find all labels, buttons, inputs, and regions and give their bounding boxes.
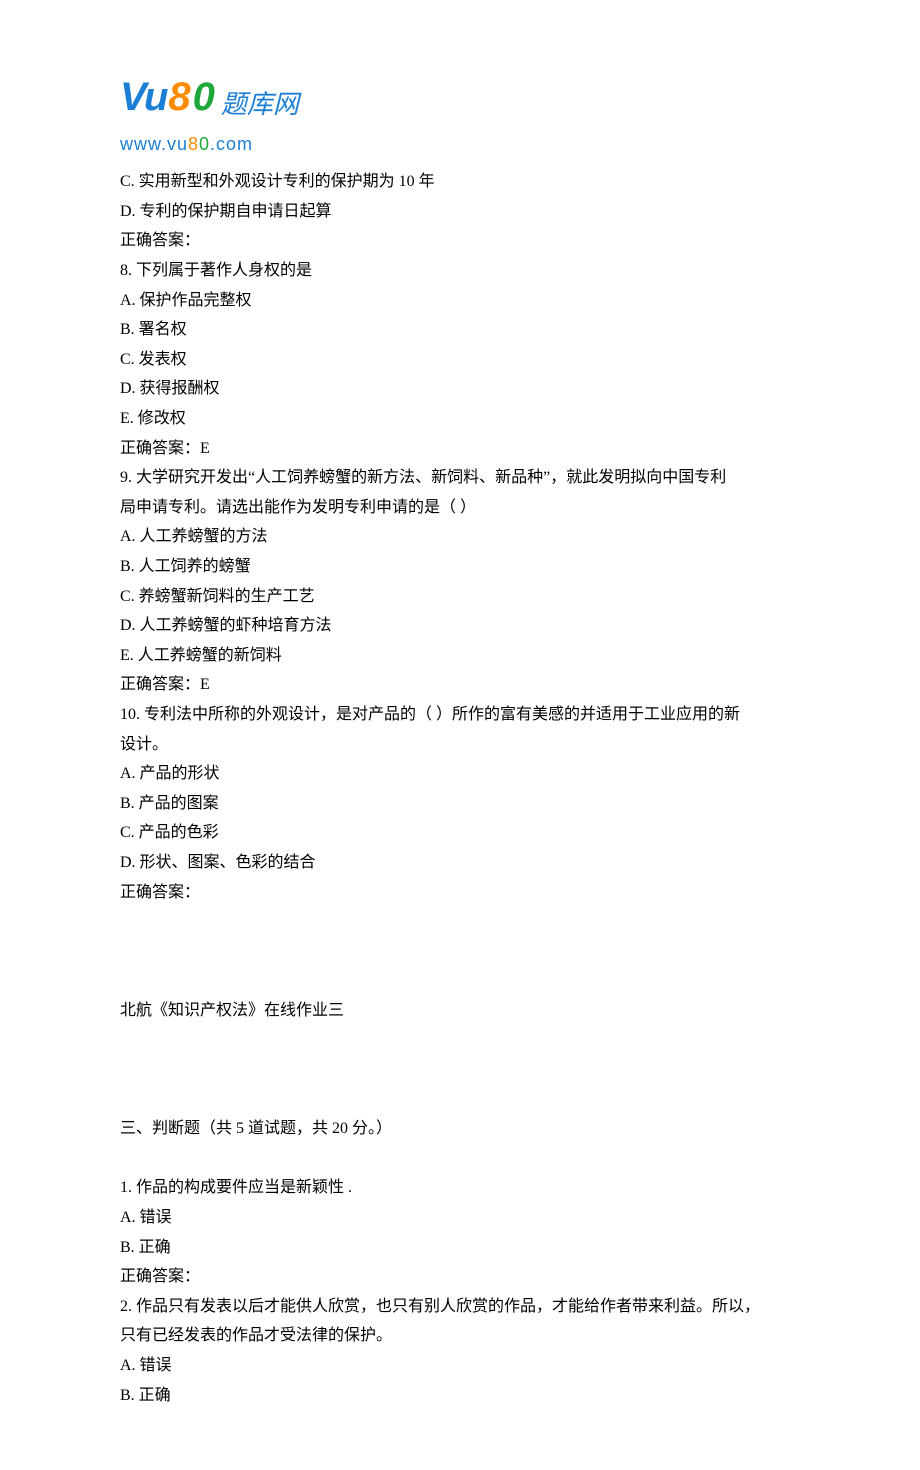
judge-2-option-a: A. 错误 [120, 1351, 800, 1381]
judge-2-stem-line1: 2. 作品只有发表以后才能供人欣赏，也只有别人欣赏的作品，才能给作者带来利益。所… [120, 1292, 800, 1322]
question-10-option-c: C. 产品的色彩 [120, 818, 800, 848]
question-9-stem-line1: 9. 大学研究开发出“人工饲养螃蟹的新方法、新饲料、新品种”，就此发明拟向中国专… [120, 463, 800, 493]
judge-1-stem: 1. 作品的构成要件应当是新颖性 . [120, 1173, 800, 1203]
document-page: Vu80 题库网 www.vu80.com C. 实用新型和外观设计专利的保护期… [0, 0, 920, 1470]
spacer [120, 1026, 800, 1056]
question-9-option-a: A. 人工养螃蟹的方法 [120, 522, 800, 552]
question-7-option-c: C. 实用新型和外观设计专利的保护期为 10 年 [120, 167, 800, 197]
question-10-option-a: A. 产品的形状 [120, 759, 800, 789]
question-10-option-b: B. 产品的图案 [120, 789, 800, 819]
question-10-stem-line1: 10. 专利法中所称的外观设计，是对产品的（ ）所作的富有美感的并适用于工业应用… [120, 700, 800, 730]
question-9-option-c: C. 养螃蟹新饲料的生产工艺 [120, 582, 800, 612]
logo-url-suffix: .com [210, 134, 253, 154]
site-logo: Vu80 题库网 www.vu80.com [120, 60, 299, 161]
logo-0-text: 0 [193, 60, 215, 134]
logo-url-prefix: www.vu [120, 134, 188, 154]
judge-1-answer: 正确答案： [120, 1262, 800, 1292]
question-8-option-d: D. 获得报酬权 [120, 374, 800, 404]
logo-url: www.vu80.com [120, 128, 299, 161]
judge-2-stem-line2: 只有已经发表的作品才受法律的保护。 [120, 1321, 800, 1351]
spacer [120, 1144, 800, 1174]
question-7-answer: 正确答案： [120, 226, 800, 256]
logo-graphic: Vu80 题库网 [120, 60, 299, 134]
judge-2-option-b: B. 正确 [120, 1381, 800, 1411]
question-9-answer: 正确答案：E [120, 670, 800, 700]
spacer [120, 1085, 800, 1115]
logo-url-8: 8 [188, 134, 199, 154]
spacer [120, 966, 800, 996]
question-9-option-d: D. 人工养螃蟹的虾种培育方法 [120, 611, 800, 641]
spacer [120, 937, 800, 967]
assignment-title: 北航《知识产权法》在线作业三 [120, 996, 800, 1026]
question-8-answer: 正确答案：E [120, 434, 800, 464]
question-7-option-d: D. 专利的保护期自申请日起算 [120, 197, 800, 227]
question-9-option-b: B. 人工饲养的螃蟹 [120, 552, 800, 582]
section-3-heading: 三、判断题（共 5 道试题，共 20 分。） [120, 1114, 800, 1144]
logo-chinese-text: 题库网 [221, 80, 299, 128]
question-8-option-a: A. 保护作品完整权 [120, 286, 800, 316]
spacer [120, 1055, 800, 1085]
question-8-stem: 8. 下列属于著作人身权的是 [120, 256, 800, 286]
spacer [120, 907, 800, 937]
question-10-option-d: D. 形状、图案、色彩的结合 [120, 848, 800, 878]
question-8-option-e: E. 修改权 [120, 404, 800, 434]
logo-url-0: 0 [199, 134, 210, 154]
logo-8-text: 8 [168, 60, 190, 134]
question-8-option-c: C. 发表权 [120, 345, 800, 375]
question-8-option-b: B. 署名权 [120, 315, 800, 345]
question-9-stem-line2: 局申请专利。请选出能作为发明专利申请的是（ ） [120, 493, 800, 523]
question-10-stem-line2: 设计。 [120, 730, 800, 760]
judge-1-option-a: A. 错误 [120, 1203, 800, 1233]
judge-1-option-b: B. 正确 [120, 1233, 800, 1263]
logo-vu-text: Vu [120, 60, 166, 134]
question-9-option-e: E. 人工养螃蟹的新饲料 [120, 641, 800, 671]
question-10-answer: 正确答案： [120, 878, 800, 908]
